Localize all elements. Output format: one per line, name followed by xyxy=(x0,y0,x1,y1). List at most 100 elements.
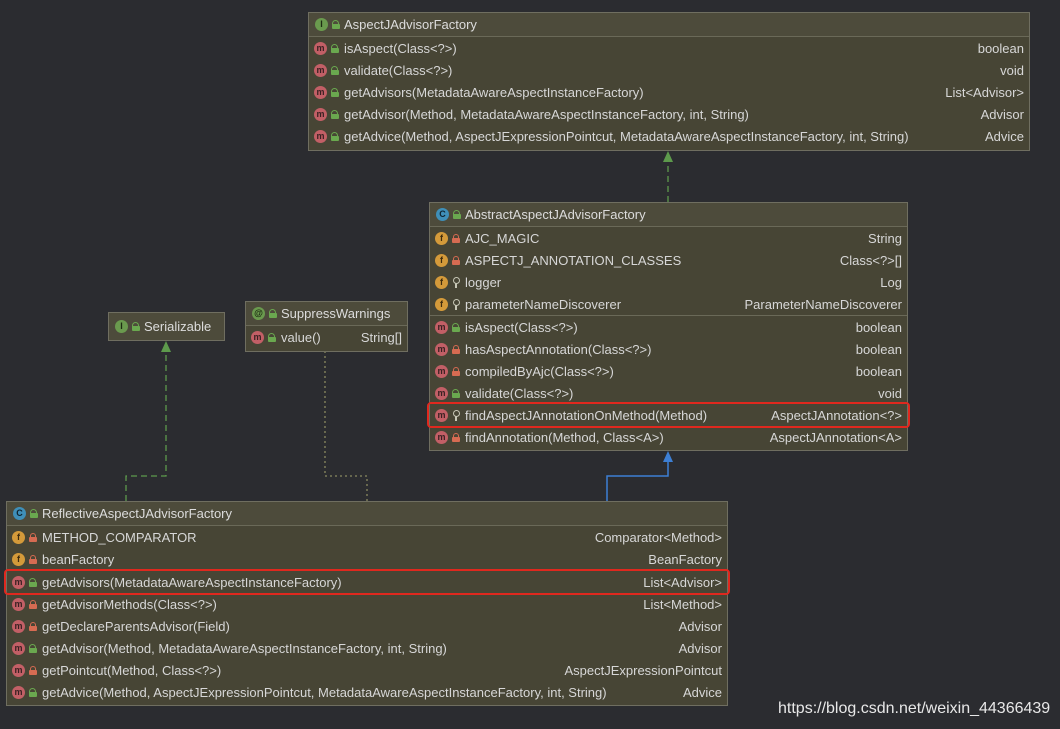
public-visibility-icon xyxy=(330,43,340,54)
member-type: boolean xyxy=(855,319,902,335)
private-visibility-icon xyxy=(28,532,38,543)
private-visibility-icon xyxy=(28,665,38,676)
edge-extends-abstract-factory xyxy=(606,460,669,501)
protected-visibility-icon xyxy=(451,409,461,421)
member-name: isAspect(Class<?>) xyxy=(465,319,578,335)
member-name: getAdvisor(Method, MetadataAwareAspectIn… xyxy=(344,106,749,122)
member-row[interactable]: m validate(Class<?>) void xyxy=(309,59,1029,81)
member-row[interactable]: m isAspect(Class<?>) boolean xyxy=(430,316,907,338)
member-type: Advice xyxy=(682,684,722,700)
method-icon: m xyxy=(251,330,264,344)
node-reflective-aspectj-advisor-factory[interactable]: C ReflectiveAspectJAdvisorFactory f METH… xyxy=(4,501,730,706)
field-icon: f xyxy=(435,275,448,289)
member-row[interactable]: m getAdvisor(Method, MetadataAwareAspect… xyxy=(309,103,1029,125)
member-row[interactable]: m getAdvisor(Method, MetadataAwareAspect… xyxy=(7,637,727,659)
node-header: I Serializable xyxy=(109,313,224,340)
member-name: parameterNameDiscoverer xyxy=(465,296,622,312)
node-serializable[interactable]: I Serializable xyxy=(108,312,225,341)
methods-section: m isAspect(Class<?>) boolean m validate(… xyxy=(309,37,1029,147)
member-row[interactable]: f ASPECTJ_ANNOTATION_CLASSES Class<?>[] xyxy=(430,249,907,271)
node-header: C AbstractAspectJAdvisorFactory xyxy=(430,203,907,227)
public-visibility-icon xyxy=(28,643,38,654)
member-type: Log xyxy=(880,274,902,290)
member-row[interactable]: m hasAspectAnnotation(Class<?>) boolean xyxy=(430,338,907,360)
member-type: AspectJAnnotation<A> xyxy=(769,429,902,445)
node-header: @ SuppressWarnings xyxy=(246,302,407,326)
uml-diagram: I AspectJAdvisorFactory m isAspect(Class… xyxy=(0,0,1060,729)
public-visibility-icon xyxy=(131,321,141,332)
member-name: getAdvisorMethods(Class<?>) xyxy=(42,596,217,612)
method-icon: m xyxy=(435,320,448,334)
public-visibility-icon xyxy=(452,209,462,220)
method-icon: m xyxy=(12,663,25,677)
public-visibility-icon xyxy=(331,19,341,30)
member-type: AspectJExpressionPointcut xyxy=(564,662,722,678)
edge-arrowhead xyxy=(161,341,171,352)
node-aspectj-advisor-factory[interactable]: I AspectJAdvisorFactory m isAspect(Class… xyxy=(308,12,1030,151)
methods-section: m value() String[] xyxy=(246,326,407,348)
private-visibility-icon xyxy=(451,255,461,266)
member-type: BeanFactory xyxy=(648,551,722,567)
member-row[interactable]: m getDeclareParentsAdvisor(Field) Adviso… xyxy=(7,615,727,637)
public-visibility-icon xyxy=(330,109,340,120)
member-row[interactable]: f beanFactory BeanFactory xyxy=(7,548,727,570)
member-row[interactable]: f parameterNameDiscoverer ParameterNameD… xyxy=(430,293,907,315)
member-type: ParameterNameDiscoverer xyxy=(744,296,903,312)
public-visibility-icon xyxy=(267,332,277,343)
node-suppress-warnings[interactable]: @ SuppressWarnings m value() String[] xyxy=(245,301,408,352)
edge-arrowhead xyxy=(663,451,673,462)
node-title: ReflectiveAspectJAdvisorFactory xyxy=(42,506,233,521)
member-row[interactable]: m getPointcut(Method, Class<?>) AspectJE… xyxy=(7,659,727,681)
private-visibility-icon xyxy=(451,366,461,377)
member-name: logger xyxy=(465,274,502,290)
member-name: getAdvice(Method, AspectJExpressionPoint… xyxy=(42,684,607,700)
fields-section: f METHOD_COMPARATOR Comparator<Method> f… xyxy=(7,526,727,571)
member-type: String xyxy=(868,230,902,246)
member-name: ASPECTJ_ANNOTATION_CLASSES xyxy=(465,252,682,268)
member-row[interactable]: m getAdvisors(MetadataAwareAspectInstanc… xyxy=(309,81,1029,103)
member-type: List<Advisor> xyxy=(945,84,1024,100)
member-row[interactable]: m value() String[] xyxy=(246,326,407,348)
node-header: C ReflectiveAspectJAdvisorFactory xyxy=(7,502,727,526)
node-title: AspectJAdvisorFactory xyxy=(344,17,477,32)
member-name: getAdvisor(Method, MetadataAwareAspectIn… xyxy=(42,640,447,656)
member-row-highlighted[interactable]: m getAdvisors(MetadataAwareAspectInstanc… xyxy=(4,569,730,595)
member-row[interactable]: m findAnnotation(Method, Class<A>) Aspec… xyxy=(430,426,907,448)
node-title: Serializable xyxy=(144,319,212,334)
member-row[interactable]: m getAdvice(Method, AspectJExpressionPoi… xyxy=(7,681,727,703)
member-type: List<Advisor> xyxy=(643,574,722,590)
member-row[interactable]: m getAdvisorMethods(Class<?>) List<Metho… xyxy=(7,593,727,615)
node-abstract-aspectj-advisor-factory[interactable]: C AbstractAspectJAdvisorFactory f AJC_MA… xyxy=(427,202,910,451)
member-name: isAspect(Class<?>) xyxy=(344,40,457,56)
member-row[interactable]: m validate(Class<?>) void xyxy=(430,382,907,404)
member-type: void xyxy=(1000,62,1024,78)
methods-section: m getAdvisors(MetadataAwareAspectInstanc… xyxy=(4,569,730,703)
member-row[interactable]: m getAdvice(Method, AspectJExpressionPoi… xyxy=(309,125,1029,147)
member-name: METHOD_COMPARATOR xyxy=(42,529,197,545)
member-row[interactable]: f logger Log xyxy=(430,271,907,293)
protected-visibility-icon xyxy=(451,298,461,310)
member-row[interactable]: m compiledByAjc(Class<?>) boolean xyxy=(430,360,907,382)
field-icon: f xyxy=(12,530,25,544)
member-row[interactable]: f AJC_MAGIC String xyxy=(430,227,907,249)
public-visibility-icon xyxy=(268,308,278,319)
member-type: Advisor xyxy=(980,106,1024,122)
protected-visibility-icon xyxy=(451,276,461,288)
annotation-icon: @ xyxy=(252,307,265,320)
public-visibility-icon xyxy=(29,508,39,519)
private-visibility-icon xyxy=(28,599,38,610)
member-type: AspectJAnnotation<?> xyxy=(771,407,902,423)
public-visibility-icon xyxy=(330,87,340,98)
member-type: boolean xyxy=(855,341,902,357)
member-row[interactable]: f METHOD_COMPARATOR Comparator<Method> xyxy=(7,526,727,548)
public-visibility-icon xyxy=(330,131,340,142)
member-name: validate(Class<?>) xyxy=(344,62,453,78)
member-row[interactable]: m isAspect(Class<?>) boolean xyxy=(309,37,1029,59)
edge-arrowhead xyxy=(663,151,673,162)
member-row-highlighted[interactable]: m findAspectJAnnotationOnMethod(Method) … xyxy=(427,402,910,428)
member-type: Advisor xyxy=(678,618,722,634)
watermark-text: https://blog.csdn.net/weixin_44366439 xyxy=(778,700,1051,717)
method-icon: m xyxy=(12,641,25,655)
node-title: AbstractAspectJAdvisorFactory xyxy=(465,207,646,222)
public-visibility-icon xyxy=(28,577,38,588)
